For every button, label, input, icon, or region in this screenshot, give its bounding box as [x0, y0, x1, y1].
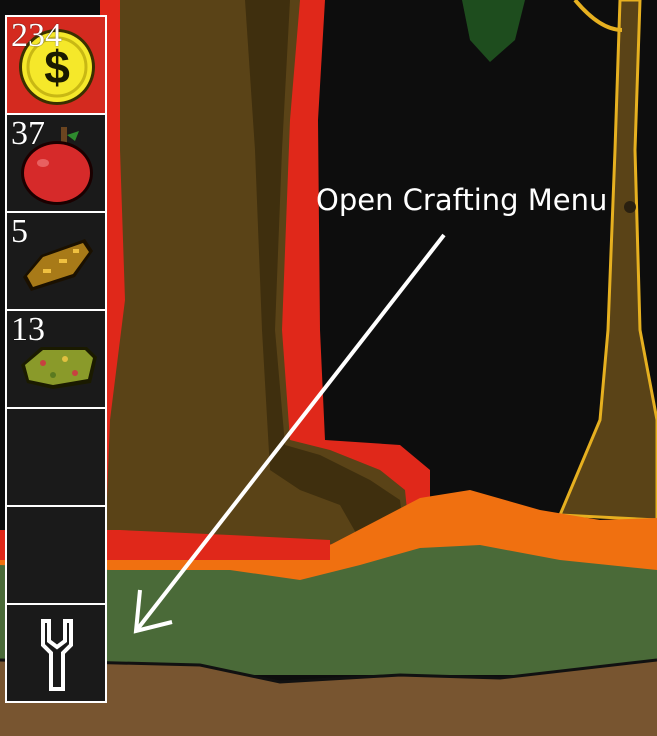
- item-count: 13: [11, 311, 45, 348]
- wrench-icon: [41, 619, 73, 691]
- inventory-slot-bread[interactable]: 5: [5, 211, 107, 311]
- item-count: 234: [11, 17, 62, 54]
- crafting-hint-label: Open Crafting Menu: [316, 183, 608, 217]
- inventory-hotbar: $ 234 37 5 13: [5, 15, 107, 703]
- inventory-slot-moss[interactable]: 13: [5, 309, 107, 409]
- inventory-slot-empty[interactable]: [5, 505, 107, 605]
- crafting-menu-button[interactable]: [5, 603, 107, 703]
- knot: [624, 201, 636, 213]
- inventory-slot-apple[interactable]: 37: [5, 113, 107, 213]
- item-count: 5: [11, 213, 28, 250]
- inventory-slot-gold-coin[interactable]: $ 234: [5, 15, 107, 115]
- inventory-slot-empty[interactable]: [5, 407, 107, 507]
- item-count: 37: [11, 115, 45, 152]
